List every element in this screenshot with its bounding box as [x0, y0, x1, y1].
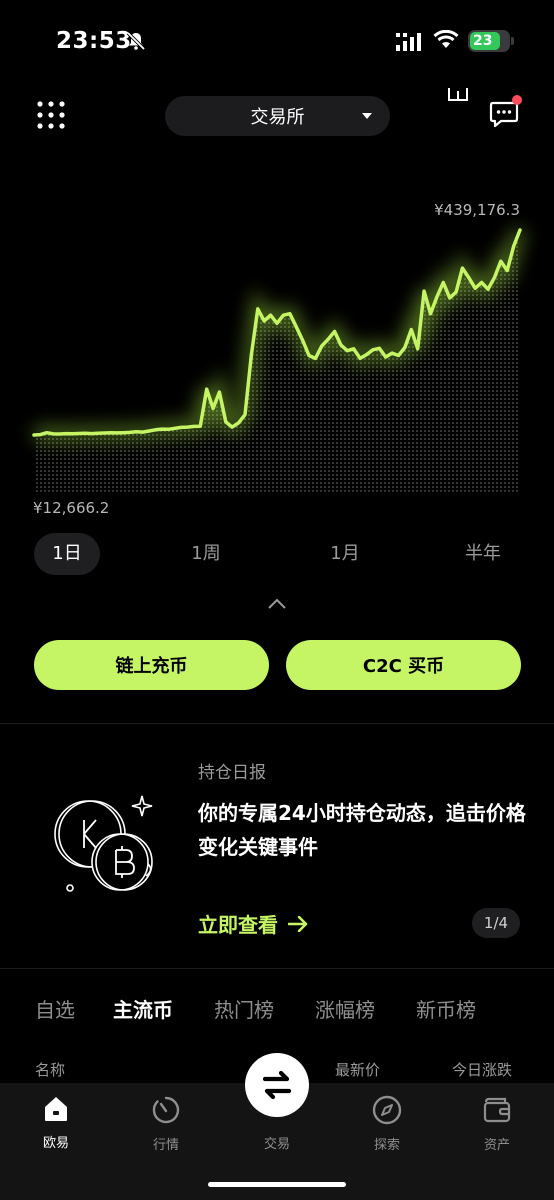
battery-indicator: 23	[468, 30, 514, 52]
chart-min-label: ¥12,666.2	[33, 499, 110, 517]
period-tabs: 1日 1周 1月 半年	[0, 533, 554, 575]
coins-illustration	[54, 795, 153, 892]
report-title: 持仓日报	[198, 763, 266, 783]
trade-button[interactable]	[245, 1053, 309, 1117]
tab-hot[interactable]: 热门榜	[214, 994, 274, 1023]
nav-home-label: 欧易	[42, 1136, 69, 1151]
bell-muted-icon	[126, 31, 146, 51]
view-now-label: 立即查看	[198, 913, 278, 937]
swap-arrows-icon	[262, 1070, 292, 1100]
tab-new-listings[interactable]: 新币榜	[416, 994, 476, 1023]
chart-area	[34, 230, 520, 492]
report-pager: 1/4	[472, 908, 520, 938]
nav-home[interactable]: 欧易	[16, 1094, 96, 1151]
column-last-price[interactable]: 最新价	[335, 1059, 380, 1080]
c2c-buy-button[interactable]: C2C 买币	[286, 640, 521, 690]
nav-assets-label: 资产	[483, 1138, 510, 1153]
period-1m[interactable]: 1月	[310, 533, 380, 575]
exchange-switcher[interactable]: 交易所	[165, 96, 390, 136]
market-clock-icon	[152, 1096, 180, 1124]
wifi-icon	[433, 30, 459, 48]
nav-trade-label[interactable]: 交易	[237, 1133, 317, 1152]
portfolio-chart	[32, 227, 527, 492]
tab-mainstream[interactable]: 主流币	[113, 994, 173, 1023]
nav-assets[interactable]: 资产	[457, 1094, 537, 1153]
period-6m[interactable]: 半年	[448, 533, 518, 575]
nav-market-label: 行情	[152, 1138, 179, 1153]
cellular-signal-icon	[396, 33, 421, 51]
tab-favorites[interactable]: 自选	[35, 994, 75, 1023]
nav-explore[interactable]: 探索	[347, 1094, 427, 1153]
report-description: 你的专属24小时持仓动态，追击价格变化关键事件	[198, 801, 526, 859]
tab-gainers[interactable]: 涨幅榜	[315, 994, 375, 1023]
period-1w[interactable]: 1周	[171, 533, 241, 575]
status-bar: 23:53 23	[0, 0, 554, 84]
divider	[0, 723, 554, 724]
arrow-right-icon	[288, 915, 308, 932]
divider	[0, 968, 554, 969]
chevron-up-icon[interactable]	[267, 597, 287, 611]
home-indicator	[208, 1182, 346, 1187]
home-icon	[45, 1097, 67, 1121]
onchain-deposit-button[interactable]: 链上充币	[34, 640, 269, 690]
battery-level: 23	[473, 33, 493, 49]
period-1d[interactable]: 1日	[34, 533, 100, 575]
compass-icon	[372, 1095, 402, 1125]
caret-down-icon	[362, 113, 372, 119]
view-now-link[interactable]: 立即查看	[198, 909, 308, 938]
nav-explore-label: 探索	[373, 1138, 400, 1153]
status-time: 23:53	[56, 28, 132, 54]
market-tabs: 自选 主流币 热门榜 涨幅榜 新币榜	[0, 994, 554, 1028]
exchange-label: 交易所	[250, 107, 305, 128]
column-change[interactable]: 今日涨跌	[452, 1059, 512, 1080]
notification-dot	[512, 95, 522, 105]
scan-icon[interactable]	[447, 88, 469, 102]
nav-market[interactable]: 行情	[126, 1094, 206, 1153]
grid-menu-icon[interactable]	[36, 100, 66, 130]
column-name[interactable]: 名称	[35, 1059, 65, 1080]
wallet-icon	[483, 1097, 511, 1123]
